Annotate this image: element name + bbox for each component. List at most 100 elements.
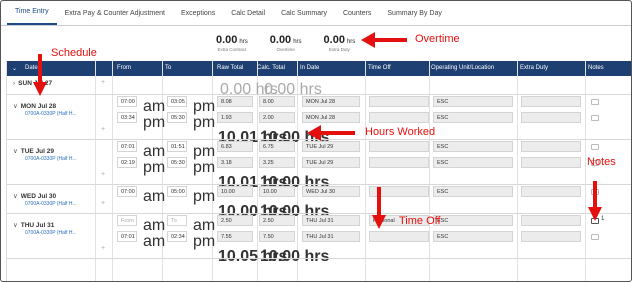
in-date-field[interactable]: MON Jul 28 xyxy=(302,112,360,123)
time-entry-window: Time Entry Extra Pay & Counter Adjustmen… xyxy=(0,0,632,282)
calc-total-field: 3.25 xyxy=(259,157,295,168)
note-icon[interactable] xyxy=(591,99,599,105)
tab-exceptions[interactable]: Exceptions xyxy=(173,1,223,25)
to-time-input[interactable]: 02:34 xyxy=(167,231,187,242)
raw-total-field: 6.83 xyxy=(217,141,253,152)
in-date-field[interactable]: WED Jul 30 xyxy=(302,186,360,197)
chevron-down-icon[interactable]: ∨ xyxy=(13,148,18,155)
summary-unit: hrs xyxy=(346,39,356,45)
time-off-field[interactable] xyxy=(369,112,429,123)
operating-unit-field[interactable]: ESC xyxy=(433,141,513,152)
extra-duty-field[interactable] xyxy=(521,215,581,226)
header-to: To xyxy=(165,65,172,71)
raw-total-field: 7.55 xyxy=(217,231,253,242)
operating-unit-field[interactable]: ESC xyxy=(433,186,513,197)
from-time-input[interactable]: 07:01 xyxy=(117,141,137,152)
from-ampm[interactable]: pm xyxy=(143,159,165,177)
to-ampm[interactable]: pm xyxy=(193,233,215,251)
to-time-input[interactable]: To xyxy=(167,215,187,226)
row-separator xyxy=(7,258,631,259)
calc-total-field: 6.75 xyxy=(259,141,295,152)
schedule-link[interactable]: 0700A-0330P (Half H... xyxy=(25,111,77,117)
chevron-right-icon[interactable]: › xyxy=(13,80,15,87)
to-time-input[interactable]: 01:51 xyxy=(167,141,187,152)
header-extra-duty: Extra Duty xyxy=(520,65,549,71)
tab-summary-by-day[interactable]: Summary By Day xyxy=(379,1,449,25)
from-time-input[interactable]: 03:34 xyxy=(117,112,137,123)
calc-total-field: 2.50 xyxy=(259,215,295,226)
to-ampm[interactable]: pm xyxy=(193,159,215,177)
summary-value: 0.00 xyxy=(216,34,238,46)
operating-unit-field[interactable]: ESC xyxy=(433,112,513,123)
from-time-input[interactable]: 02:19 xyxy=(117,157,137,168)
day-name: THU Jul 31 xyxy=(20,222,55,229)
extra-duty-field[interactable] xyxy=(521,141,581,152)
header-calc-total: Calc. Total xyxy=(257,65,285,71)
chevron-down-icon[interactable]: ∨ xyxy=(13,222,18,229)
operating-unit-field[interactable]: ESC xyxy=(433,157,513,168)
calc-total-field: 7.50 xyxy=(259,231,295,242)
extra-duty-field[interactable] xyxy=(521,186,581,197)
in-date-field[interactable]: MON Jul 28 xyxy=(302,96,360,107)
extra-duty-field[interactable] xyxy=(521,157,581,168)
schedule-link[interactable]: 0700A-0330P (Half H... xyxy=(25,201,77,207)
row-separator xyxy=(7,213,631,214)
row-separator xyxy=(7,94,631,95)
from-time-input[interactable]: 07:01 xyxy=(117,231,137,242)
note-icon[interactable] xyxy=(591,115,599,121)
add-entry-icon[interactable]: + xyxy=(101,245,105,252)
from-ampm[interactable]: am xyxy=(143,233,165,251)
schedule-link[interactable]: 0700A-0330P (Half H... xyxy=(25,156,77,162)
raw-total-field: 2.50 xyxy=(217,215,253,226)
day-name: MON Jul 28 xyxy=(20,103,57,110)
tab-time-entry[interactable]: Time Entry xyxy=(7,1,57,25)
extra-duty-field[interactable] xyxy=(521,96,581,107)
to-time-input[interactable]: 03:05 xyxy=(167,96,187,107)
time-off-field[interactable] xyxy=(369,231,429,242)
to-ampm[interactable]: pm xyxy=(193,188,215,206)
from-time-input[interactable]: 07:00 xyxy=(117,96,137,107)
time-off-field[interactable] xyxy=(369,141,429,152)
tab-extra-pay[interactable]: Extra Pay & Counter Adjustment xyxy=(57,1,173,25)
in-date-field[interactable]: THU Jul 31 xyxy=(302,231,360,242)
from-time-input[interactable]: From xyxy=(117,215,137,226)
add-entry-icon[interactable]: + xyxy=(101,200,105,207)
add-entry-icon[interactable]: + xyxy=(101,126,105,133)
schedule-link[interactable]: 0700A-0330P (Half H... xyxy=(25,230,77,236)
in-date-field[interactable]: TUE Jul 29 xyxy=(302,141,360,152)
to-time-input[interactable]: 05:30 xyxy=(167,157,187,168)
expand-all-chevron-icon[interactable]: ⌄ xyxy=(12,65,17,72)
time-off-field[interactable] xyxy=(369,96,429,107)
from-ampm[interactable]: pm xyxy=(143,114,165,132)
add-entry-icon[interactable]: + xyxy=(101,171,105,178)
summary-value: 0.00 xyxy=(323,34,345,46)
tab-calc-detail[interactable]: Calc Detail xyxy=(223,1,273,25)
note-icon[interactable] xyxy=(591,234,599,240)
extra-duty-field[interactable] xyxy=(521,231,581,242)
to-time-input[interactable]: 05:00 xyxy=(167,186,187,197)
tab-calc-summary[interactable]: Calc Summary xyxy=(273,1,335,25)
in-date-field[interactable]: TUE Jul 29 xyxy=(302,157,360,168)
tab-counters[interactable]: Counters xyxy=(335,1,379,25)
chevron-down-icon[interactable]: ∨ xyxy=(13,193,18,200)
day-name: WED Jul 30 xyxy=(20,193,57,200)
in-date-field[interactable]: THU Jul 31 xyxy=(302,215,360,226)
summary-value: 0.00 xyxy=(269,34,292,46)
operating-unit-field[interactable]: ESC xyxy=(433,96,513,107)
to-time-input[interactable]: 05:30 xyxy=(167,112,187,123)
operating-unit-field[interactable]: ESC xyxy=(433,215,513,226)
operating-unit-field[interactable]: ESC xyxy=(433,231,513,242)
arrow-down-icon xyxy=(588,181,602,221)
annotation-schedule: Schedule xyxy=(51,47,97,59)
from-time-input[interactable]: 07:00 xyxy=(117,186,137,197)
calc-total-field: 10.00 xyxy=(259,186,295,197)
calc-total-field: 2.00 xyxy=(259,112,295,123)
chevron-down-icon[interactable]: ∨ xyxy=(13,103,18,110)
to-ampm[interactable]: pm xyxy=(193,114,215,132)
from-ampm[interactable]: am xyxy=(143,188,165,206)
time-off-field[interactable] xyxy=(369,157,429,168)
note-icon[interactable] xyxy=(591,144,599,150)
day-name: TUE Jul 29 xyxy=(20,148,54,155)
add-entry-icon[interactable]: + xyxy=(101,79,105,86)
extra-duty-field[interactable] xyxy=(521,112,581,123)
